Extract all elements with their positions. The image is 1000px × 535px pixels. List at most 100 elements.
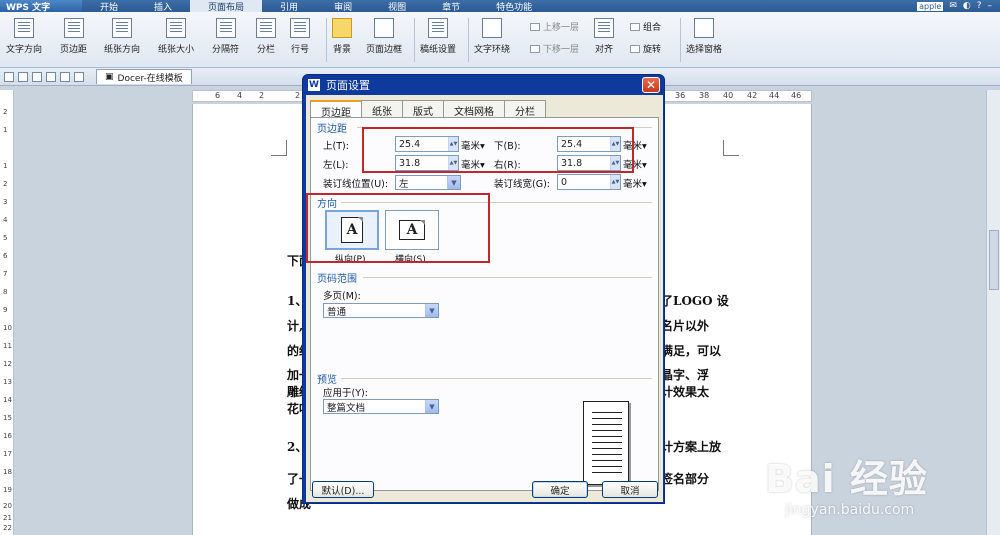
tab-references[interactable]: 引用 [262,0,316,13]
ruler-tick: 20 [3,502,12,510]
ruler-tick: 11 [3,342,12,350]
manuscript-icon [428,18,448,38]
margins-highlight-box [362,127,634,173]
tab-home[interactable]: 开始 [82,0,136,13]
close-button[interactable]: ✕ [642,77,660,93]
align-icon [594,18,614,38]
cancel-button[interactable]: 取消 [602,481,658,498]
text-direction-button[interactable]: 文字方向 [6,12,42,55]
send-backward-button[interactable]: 下移一层 [530,42,579,55]
margin-corner-mark [723,140,739,156]
mail-icon[interactable]: ✉ [949,1,957,11]
tab-features[interactable]: 特色功能 [478,0,550,13]
menu-bar: WPS 文字 开始 插入 页面布局 引用 审阅 视图 章节 特色功能 apple… [0,0,1000,13]
save-icon[interactable] [18,71,28,82]
page-border-button[interactable]: 页面边框 [366,12,402,55]
orientation-button[interactable]: 纸张方向 [104,12,140,55]
ruler-tick: 2 [295,91,301,100]
gutter-position-select[interactable]: 左 ▼ [395,175,461,190]
print-preview-icon[interactable] [46,71,56,82]
doc-line[interactable]: 计方案上放 [661,438,721,455]
section-divider [363,277,652,278]
app-menu-button[interactable]: WPS 文字 [0,0,82,13]
ruler-tick: 10 [3,324,12,332]
doc-line[interactable]: 了LOGO 设 [661,292,729,309]
vertical-ruler[interactable]: 2 1 1 2 3 4 5 6 7 8 9 10 11 12 13 14 15 … [0,90,14,535]
apply-to-select[interactable]: 整篇文档 ▼ [323,399,439,414]
preview-line [592,424,622,425]
text-direction-icon [14,18,34,38]
tab-page-layout[interactable]: 页面布局 [190,0,263,13]
preview-line [592,418,622,419]
tab-view[interactable]: 视图 [370,0,424,13]
tab-insert[interactable]: 插入 [136,0,190,13]
send-backward-icon [530,44,540,53]
ruler-tick: 46 [791,91,802,100]
chevron-down-icon: ▼ [425,304,438,317]
user-badge[interactable]: apple [917,1,944,11]
group-button[interactable]: 组合 [630,20,661,33]
redo-icon[interactable] [74,71,84,82]
bring-forward-icon [530,22,540,31]
doc-line[interactable]: 满足，可以 [661,342,721,359]
doc-line[interactable]: 签名部分 [661,470,709,487]
ruler-tick: 36 [675,91,686,100]
left-margin-label: 左(L): [323,160,349,171]
help-icon[interactable]: ? [977,1,982,11]
doc-line[interactable]: 计, [287,317,303,334]
tab-chapter[interactable]: 章节 [424,0,478,13]
menu-right-area: apple ✉ ◐ ? – [917,1,1000,11]
ruler-tick: 3 [3,198,8,206]
ruler-tick: 16 [3,432,12,440]
scrollbar-thumb[interactable] [989,230,999,290]
paper-size-icon [166,18,186,38]
minimize-icon[interactable]: – [988,1,993,11]
align-button[interactable]: 对齐 [594,12,614,55]
margins-panel: 页边距 上(T): 25.4 ▲▼ 毫米▾ 下(B): 25.4 ▲▼ 毫米▾ 左(… [310,117,659,491]
apply-to-label: 应用于(Y): [323,388,368,399]
paper-size-button[interactable]: 纸张大小 [158,12,194,55]
preview-line [592,448,622,449]
tab-review[interactable]: 审阅 [316,0,370,13]
manuscript-button[interactable]: 稿纸设置 [420,12,456,55]
preview-line [592,442,622,443]
gutter-width-input[interactable]: 0 ▲▼ [557,174,621,190]
preview-line [592,436,622,437]
background-button[interactable]: 背景 [332,12,352,55]
columns-button[interactable]: 分栏 [256,12,276,55]
bring-forward-button[interactable]: 上移一层 [530,20,579,33]
undo-icon[interactable] [60,71,70,82]
selection-pane-button[interactable]: 选择窗格 [686,12,722,55]
doc-tab-docer[interactable]: ▣ Docer-在线模板 [96,69,192,84]
doc-line[interactable]: 计效果太 [661,383,709,400]
unit-dropdown[interactable]: 毫米▾ [623,176,647,190]
ruler-tick: 6 [215,91,221,100]
section-divider [341,378,652,379]
ruler-tick: 2 [259,91,265,100]
dialog-title: 页面设置 [326,79,370,92]
multi-page-select[interactable]: 普通 ▼ [323,303,439,318]
ruler-tick: 1 [3,162,8,170]
ruler-tick: 7 [3,270,8,278]
open-icon[interactable] [4,71,14,82]
spin-arrows-icon[interactable]: ▲▼ [610,175,620,189]
skin-icon[interactable]: ◐ [963,1,971,11]
doc-line[interactable]: 晶字、浮 [661,366,709,383]
top-margin-label: 上(T): [323,141,349,152]
ruler-tick: 8 [3,288,8,296]
text-wrap-button[interactable]: 文字环绕 [474,12,510,55]
dialog-titlebar[interactable]: W 页面设置 [306,75,661,95]
ruler-tick: 38 [699,91,710,100]
app-name: WPS 文字 [6,2,51,13]
line-numbers-button[interactable]: 行号 [290,12,310,55]
ruler-tick: 12 [3,360,12,368]
margins-section-title: 页边距 [317,124,347,135]
doc-line[interactable]: 名片以外 [661,317,709,334]
breaks-button[interactable]: 分隔符 [212,12,239,55]
ok-button[interactable]: 确定 [532,481,588,498]
rotate-button[interactable]: 旋转 [630,42,661,55]
default-button[interactable]: 默认(D)... [312,481,374,498]
margins-button[interactable]: 页边距 [60,12,87,55]
margin-corner-mark [271,140,287,156]
print-icon[interactable] [32,71,42,82]
